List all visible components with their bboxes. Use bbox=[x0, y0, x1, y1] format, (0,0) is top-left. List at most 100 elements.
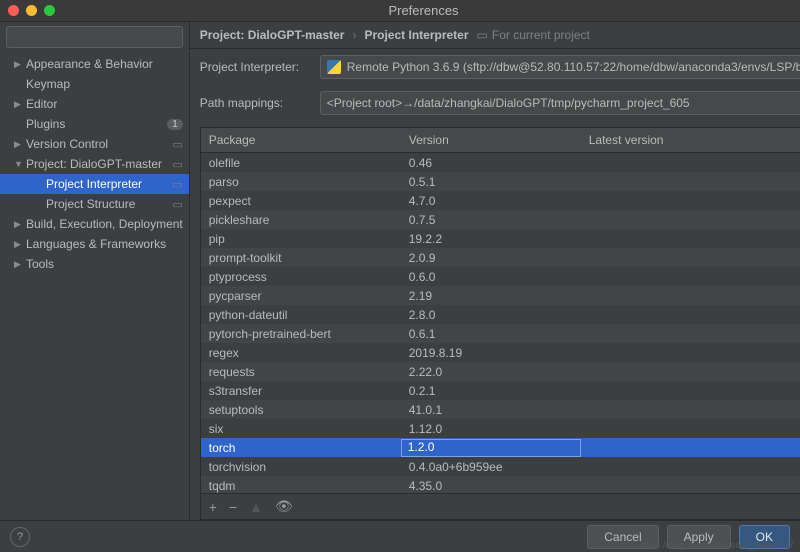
table-row[interactable]: s3transfer0.2.1 bbox=[201, 381, 800, 400]
tree-arrow-icon: ▶ bbox=[14, 239, 24, 250]
sidebar-item-plugins[interactable]: Plugins 1 bbox=[0, 114, 189, 134]
badge: 1 bbox=[167, 119, 183, 130]
breadcrumb-part1: Project: DialoGPT-master bbox=[200, 28, 345, 42]
sidebar-item-label: Project Interpreter bbox=[46, 177, 142, 191]
interpreter-select[interactable]: Remote Python 3.6.9 (sftp://dbw@52.80.11… bbox=[320, 55, 800, 79]
sidebar-item-label: Plugins bbox=[26, 117, 65, 131]
python-icon bbox=[327, 60, 341, 74]
table-row[interactable]: python-dateutil2.8.0 bbox=[201, 305, 800, 324]
package-version: 2.0.9 bbox=[401, 250, 581, 266]
sidebar-item-project-structure[interactable]: Project Structure▭ bbox=[0, 194, 189, 214]
table-row[interactable]: pytorch-pretrained-bert0.6.1 bbox=[201, 324, 800, 343]
maximize-icon[interactable] bbox=[44, 5, 55, 16]
package-name: six bbox=[201, 421, 401, 437]
table-row[interactable]: pickleshare0.7.5 bbox=[201, 210, 800, 229]
sidebar-item-languages-frameworks[interactable]: ▶Languages & Frameworks bbox=[0, 234, 189, 254]
sidebar-item-editor[interactable]: ▶Editor bbox=[0, 94, 189, 114]
package-latest bbox=[581, 352, 800, 354]
package-version: 0.2.1 bbox=[401, 383, 581, 399]
project-marker-icon: ▭ bbox=[172, 178, 182, 191]
sidebar-item-project-dialogpt-master[interactable]: ▼Project: DialoGPT-master▭ bbox=[0, 154, 189, 174]
package-latest bbox=[581, 466, 800, 468]
package-latest bbox=[581, 409, 800, 411]
sidebar-item-project-interpreter[interactable]: Project Interpreter ▭ bbox=[0, 174, 189, 194]
package-latest bbox=[581, 257, 800, 259]
settings-tree: ▶Appearance & BehaviorKeymap▶EditorPlugi… bbox=[0, 52, 189, 520]
package-version[interactable]: 1.2.0 bbox=[401, 439, 581, 457]
minimize-icon[interactable] bbox=[26, 5, 37, 16]
table-row[interactable]: torch1.2.0 bbox=[201, 438, 800, 457]
package-name: setuptools bbox=[201, 402, 401, 418]
upgrade-button[interactable]: ▲ bbox=[249, 499, 263, 515]
package-latest bbox=[581, 238, 800, 240]
sidebar-item-keymap[interactable]: Keymap bbox=[0, 74, 189, 94]
table-row[interactable]: regex2019.8.19 bbox=[201, 343, 800, 362]
package-name: parso bbox=[201, 174, 401, 190]
header-latest[interactable]: Latest version bbox=[581, 128, 800, 152]
package-latest bbox=[581, 181, 800, 183]
interpreter-row: Project Interpreter: Remote Python 3.6.9… bbox=[190, 49, 800, 85]
package-latest bbox=[581, 314, 800, 316]
sidebar-item-label: Version Control bbox=[26, 137, 108, 151]
package-name: pexpect bbox=[201, 193, 401, 209]
search-row bbox=[0, 22, 189, 52]
table-row[interactable]: parso0.5.1 bbox=[201, 172, 800, 191]
project-marker-icon: ▭ bbox=[172, 158, 182, 171]
path-mappings-input[interactable]: <Project root>→/data/zhangkai/DialoGPT/t… bbox=[320, 91, 800, 115]
scope-hint: ▭ For current project bbox=[477, 28, 590, 42]
package-version: 0.6.1 bbox=[401, 326, 581, 342]
sidebar-item-build-execution-deployment[interactable]: ▶Build, Execution, Deployment bbox=[0, 214, 189, 234]
search-input[interactable] bbox=[6, 26, 183, 48]
table-row[interactable]: prompt-toolkit2.0.9 bbox=[201, 248, 800, 267]
table-row[interactable]: setuptools41.0.1 bbox=[201, 400, 800, 419]
table-row[interactable]: requests2.22.0 bbox=[201, 362, 800, 381]
header-version[interactable]: Version bbox=[401, 128, 581, 152]
table-row[interactable]: olefile0.46 bbox=[201, 153, 800, 172]
package-name: ptyprocess bbox=[201, 269, 401, 285]
package-version: 0.46 bbox=[401, 155, 581, 171]
package-version: 41.0.1 bbox=[401, 402, 581, 418]
package-version: 0.6.0 bbox=[401, 269, 581, 285]
package-version: 0.4.0a0+6b959ee bbox=[401, 459, 581, 475]
table-row[interactable]: pip19.2.2 bbox=[201, 229, 800, 248]
sidebar-item-label: Build, Execution, Deployment bbox=[26, 217, 183, 231]
sidebar-item-label: Keymap bbox=[26, 77, 70, 91]
table-row[interactable]: torchvision0.4.0a0+6b959ee bbox=[201, 457, 800, 476]
remove-button[interactable]: − bbox=[229, 499, 237, 515]
package-name: requests bbox=[201, 364, 401, 380]
project-marker-icon: ▭ bbox=[172, 138, 182, 151]
table-toolbar: + − ▲ 👁 bbox=[201, 493, 800, 519]
help-button[interactable]: ? bbox=[10, 527, 30, 547]
show-early-releases-button[interactable]: 👁 bbox=[275, 498, 293, 515]
package-version: 19.2.2 bbox=[401, 231, 581, 247]
package-latest bbox=[581, 162, 800, 164]
package-name: s3transfer bbox=[201, 383, 401, 399]
close-icon[interactable] bbox=[8, 5, 19, 16]
package-latest bbox=[581, 390, 800, 392]
table-row[interactable]: pycparser2.19 bbox=[201, 286, 800, 305]
package-name: torchvision bbox=[201, 459, 401, 475]
table-row[interactable]: six1.12.0 bbox=[201, 419, 800, 438]
project-marker-icon: ▭ bbox=[172, 198, 182, 211]
sidebar-item-appearance-behavior[interactable]: ▶Appearance & Behavior bbox=[0, 54, 189, 74]
package-version: 4.7.0 bbox=[401, 193, 581, 209]
sidebar: ▶Appearance & BehaviorKeymap▶EditorPlugi… bbox=[0, 22, 190, 520]
window-controls bbox=[8, 5, 55, 16]
package-latest bbox=[581, 333, 800, 335]
sidebar-item-tools[interactable]: ▶Tools bbox=[0, 254, 189, 274]
package-latest bbox=[581, 428, 800, 430]
add-button[interactable]: + bbox=[209, 499, 217, 515]
table-row[interactable]: tqdm4.35.0 bbox=[201, 476, 800, 493]
sidebar-item-version-control[interactable]: ▶Version Control▭ bbox=[0, 134, 189, 154]
package-latest bbox=[581, 295, 800, 297]
package-latest bbox=[581, 371, 800, 373]
table-body[interactable]: olefile0.46parso0.5.1pexpect4.7.0pickles… bbox=[201, 153, 800, 493]
package-name: python-dateutil bbox=[201, 307, 401, 323]
table-row[interactable]: ptyprocess0.6.0 bbox=[201, 267, 800, 286]
table-row[interactable]: pexpect4.7.0 bbox=[201, 191, 800, 210]
header-package[interactable]: Package bbox=[201, 128, 401, 152]
package-name: torch bbox=[201, 440, 401, 456]
package-version: 0.7.5 bbox=[401, 212, 581, 228]
tree-arrow-icon: ▼ bbox=[14, 159, 24, 169]
path-mappings-label: Path mappings: bbox=[200, 96, 310, 110]
